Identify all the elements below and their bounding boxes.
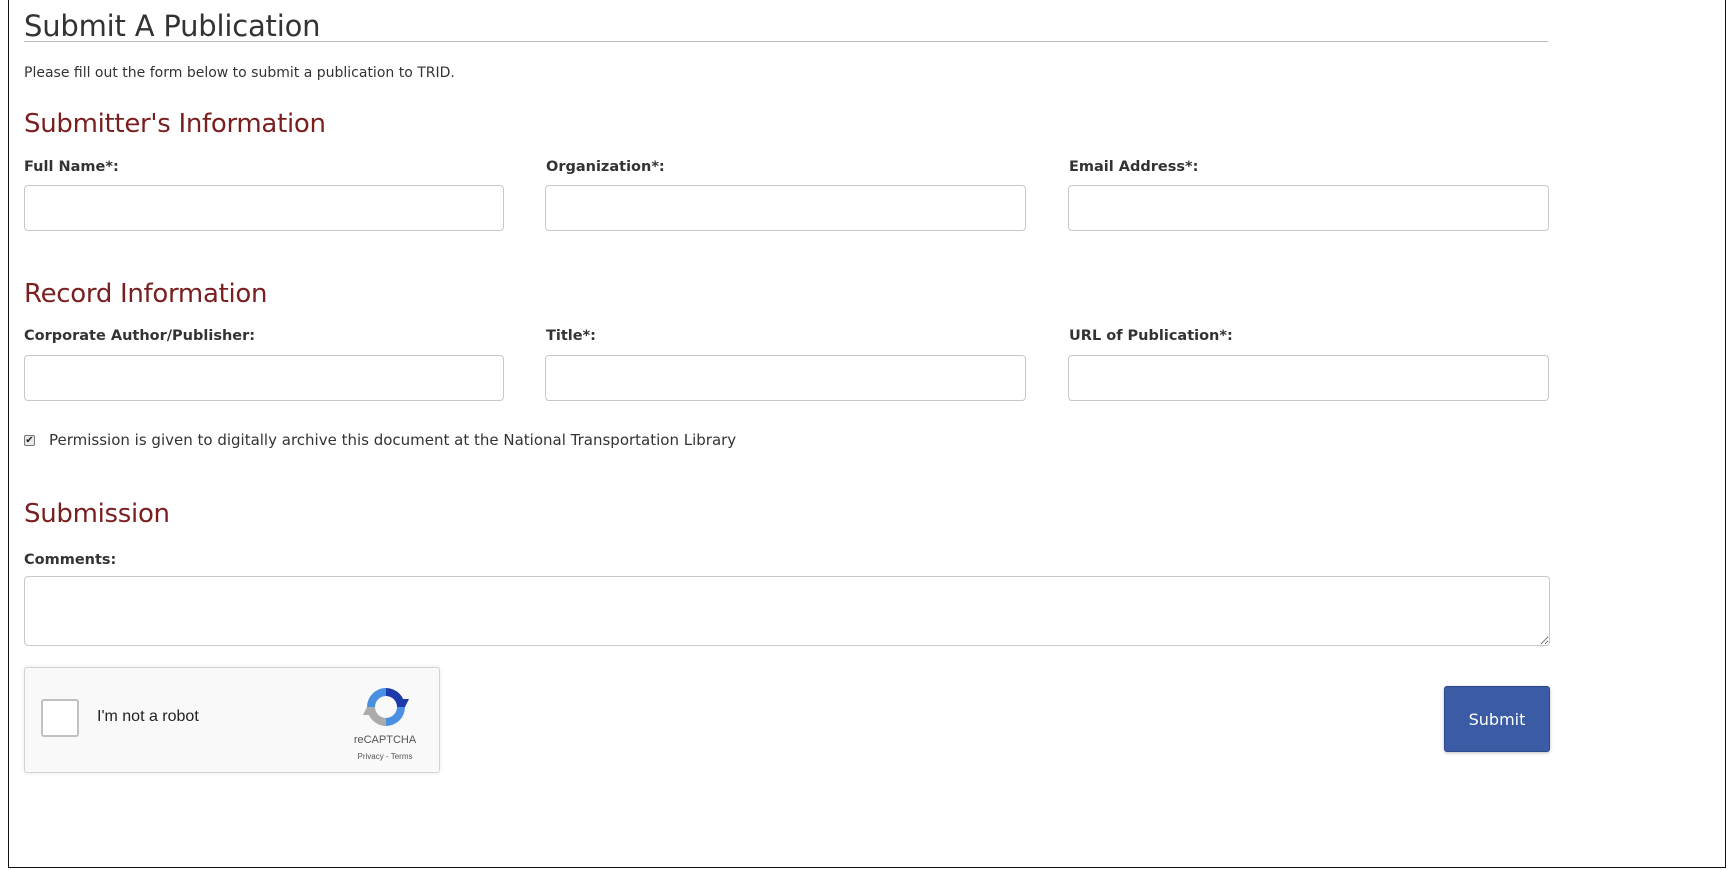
- organization-label: Organization*:: [546, 159, 665, 175]
- url-label: URL of Publication*:: [1069, 328, 1233, 344]
- title-input[interactable]: [545, 355, 1026, 401]
- permission-label: Permission is given to digitally archive…: [49, 431, 737, 449]
- title-divider: [24, 41, 1548, 42]
- submission-section-heading: Submission: [24, 499, 170, 529]
- full-name-label: Full Name*:: [24, 159, 119, 175]
- recaptcha-checkbox[interactable]: [41, 699, 79, 737]
- corporate-author-input[interactable]: [24, 355, 504, 401]
- intro-text: Please fill out the form below to submit…: [24, 65, 455, 81]
- comments-label: Comments:: [24, 552, 117, 568]
- full-name-input[interactable]: [24, 185, 504, 231]
- submit-button[interactable]: Submit: [1444, 686, 1550, 752]
- recaptcha-label: I'm not a robot: [97, 708, 199, 725]
- submitter-section-heading: Submitter's Information: [24, 109, 326, 139]
- recaptcha-privacy-terms[interactable]: Privacy - Terms: [331, 752, 439, 761]
- record-section-heading: Record Information: [24, 279, 268, 309]
- corporate-author-label: Corporate Author/Publisher:: [24, 328, 256, 344]
- email-input[interactable]: [1068, 185, 1549, 231]
- permission-row[interactable]: ✔ Permission is given to digitally archi…: [24, 430, 736, 450]
- recaptcha-logo-icon: [363, 688, 409, 726]
- comments-textarea[interactable]: [24, 576, 1550, 646]
- email-label: Email Address*:: [1069, 159, 1199, 175]
- recaptcha-brand: reCAPTCHA: [353, 734, 417, 746]
- recaptcha-widget: I'm not a robot reCAPTCHA Privacy - Term…: [24, 667, 440, 773]
- organization-input[interactable]: [545, 185, 1026, 231]
- title-label: Title*:: [546, 328, 596, 344]
- url-input[interactable]: [1068, 355, 1549, 401]
- page-title: Submit A Publication: [24, 9, 321, 43]
- permission-checkbox[interactable]: ✔: [24, 434, 35, 446]
